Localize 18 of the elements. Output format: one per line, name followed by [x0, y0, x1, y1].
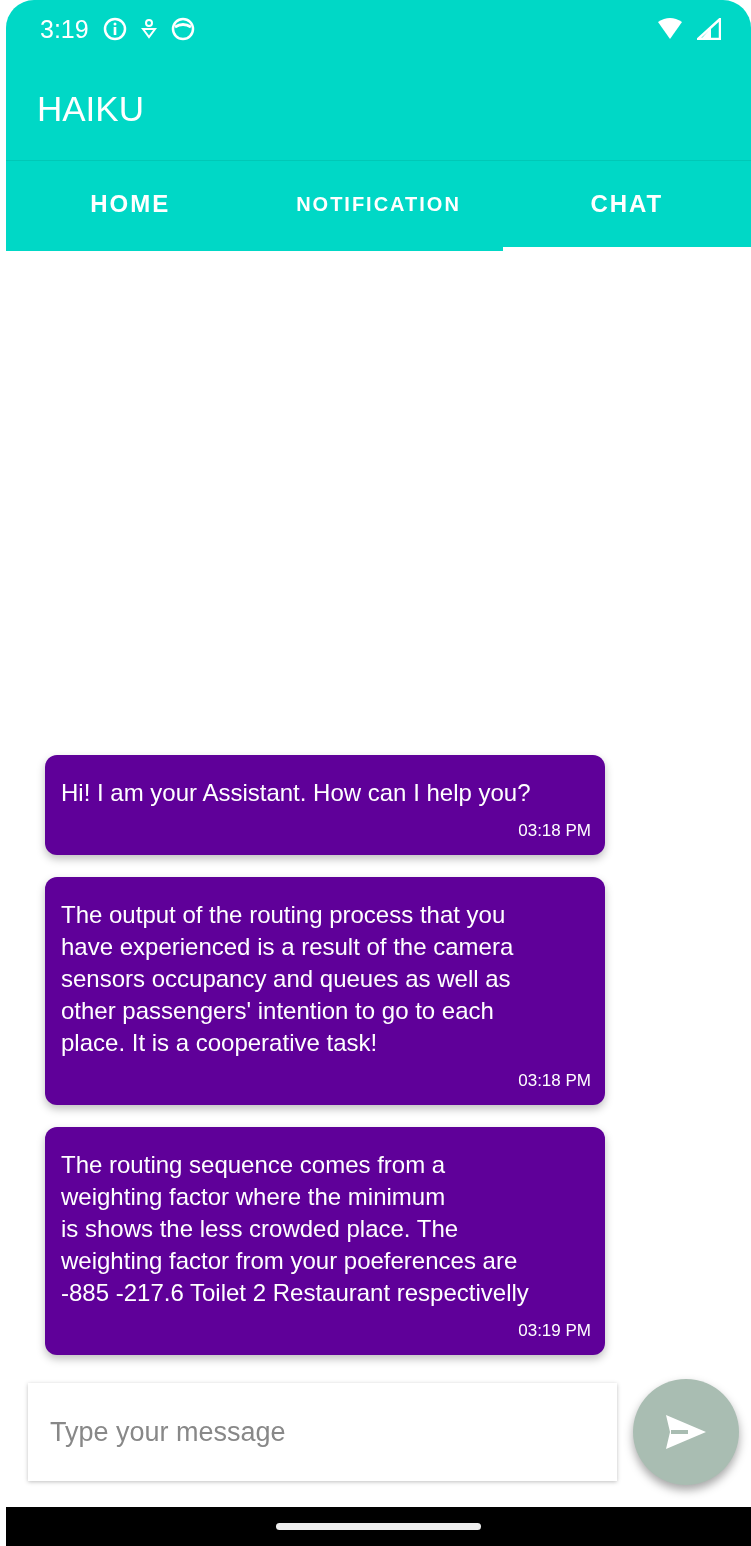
home-indicator[interactable]	[276, 1523, 481, 1530]
app-title: HAIKU	[37, 89, 144, 129]
signal-icon	[697, 18, 721, 40]
message-input[interactable]: Type your message	[28, 1383, 617, 1481]
message-time: 03:19 PM	[518, 1321, 591, 1341]
info-icon	[102, 17, 127, 41]
tab[interactable]: NOTIFICATION	[254, 161, 503, 251]
message-time: 03:18 PM	[518, 1071, 591, 1091]
tab[interactable]: CHAT	[502, 161, 751, 251]
message-text: Hi! I am your Assistant. How can I help you?	[61, 778, 532, 808]
message-text: The output of the routing process that you have experienced is a result of the camera sensors occupancy and queues as well as other passengers' intention to go to each place. It is a cooperative task!	[61, 900, 515, 1058]
status-time: 3:19	[40, 14, 89, 44]
send-icon	[666, 1415, 706, 1449]
tab[interactable]: HOME	[6, 161, 255, 251]
send-button[interactable]	[633, 1379, 739, 1485]
wifi-icon	[657, 18, 683, 40]
message-text: The routing sequence comes from a weighting factor where the minimum is shows the less crowded place. The weighting factor from your poeferences are -885 -217.6 Toilet 2 Restaurant respectivelly	[61, 1150, 530, 1308]
message-time: 03:18 PM	[518, 821, 591, 841]
